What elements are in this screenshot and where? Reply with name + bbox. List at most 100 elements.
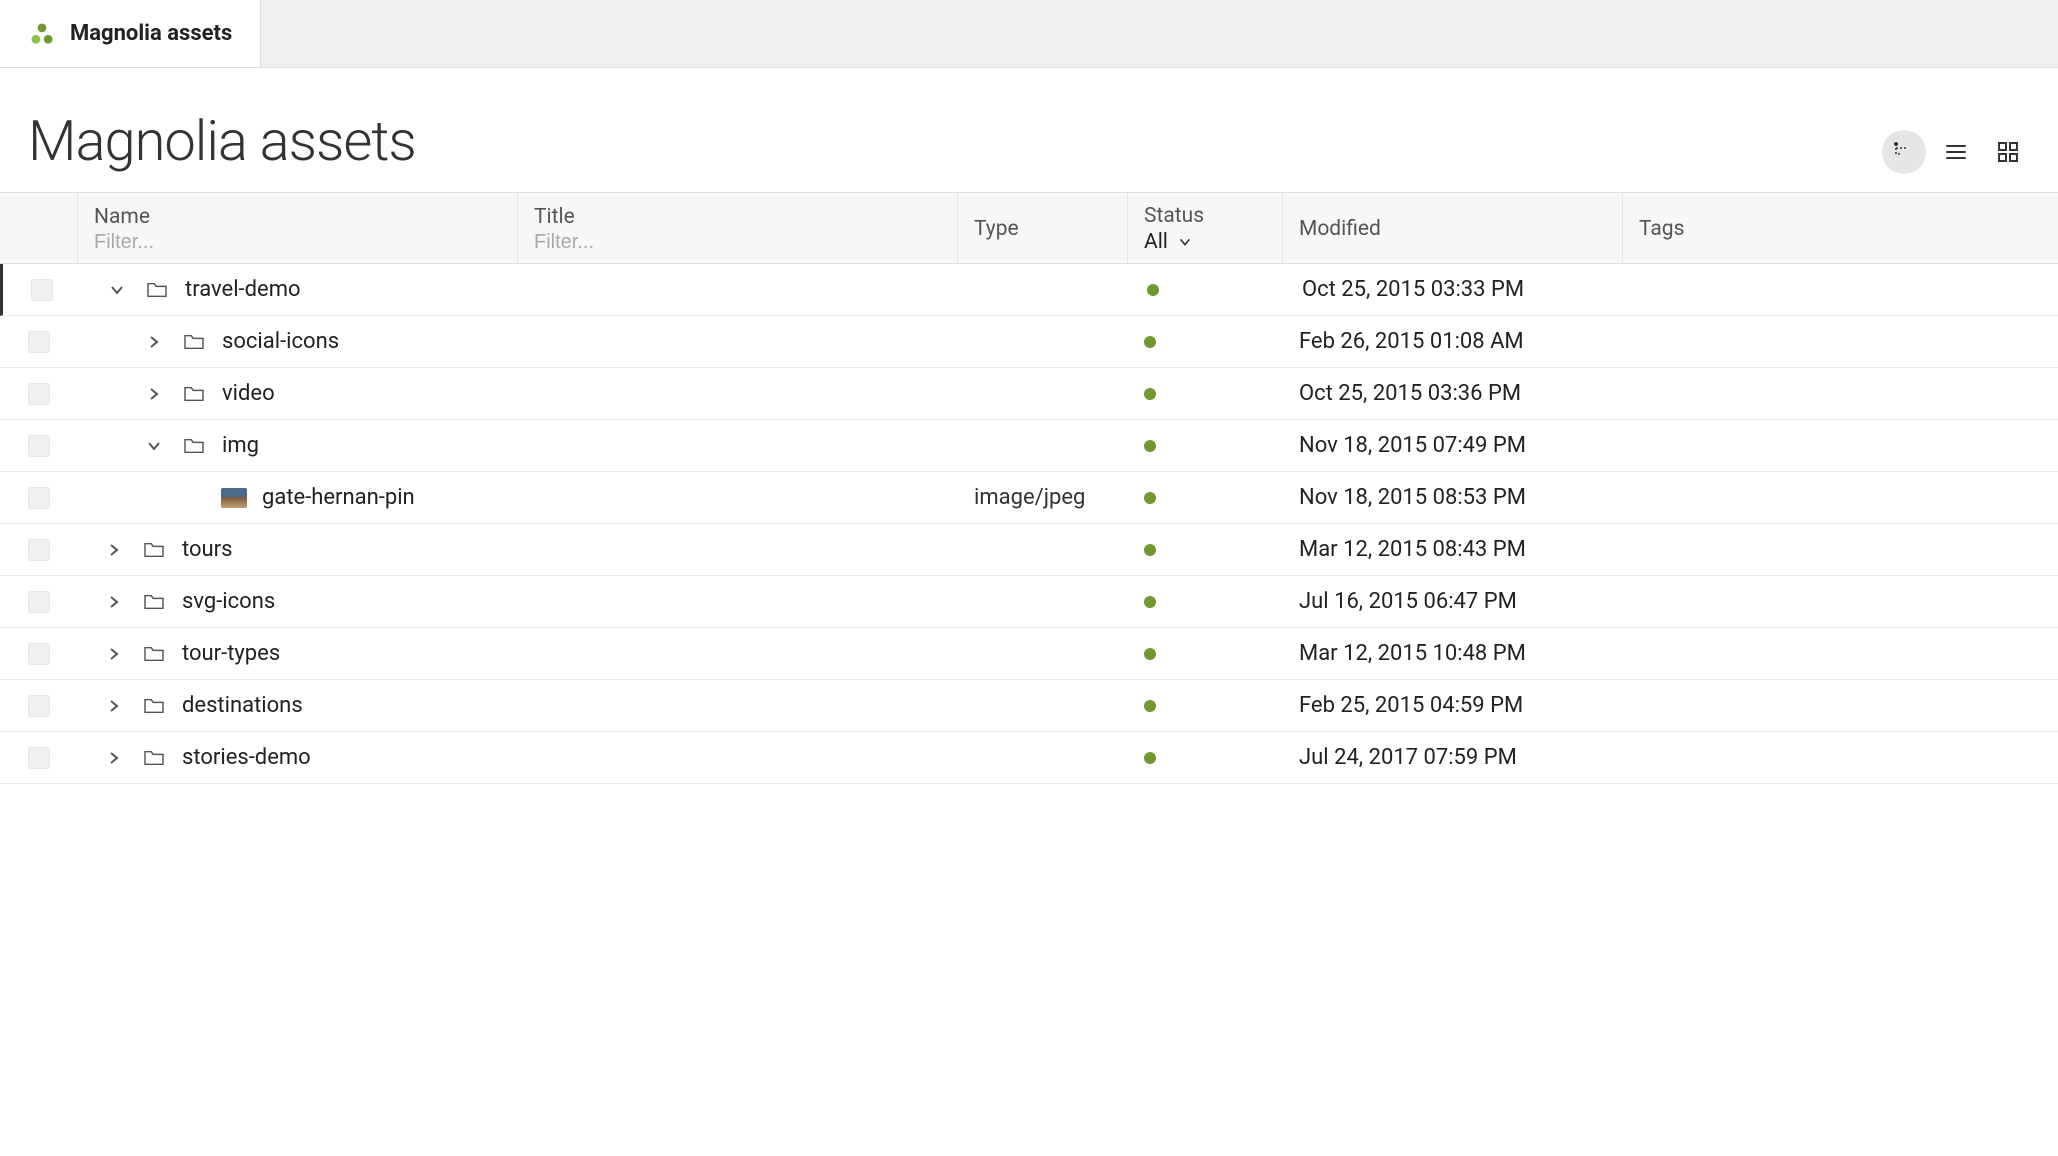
folder-icon — [174, 333, 214, 351]
collapse-icon[interactable] — [134, 438, 174, 454]
status-dot-icon — [1144, 336, 1156, 348]
row-name-cell: video — [78, 369, 518, 418]
folder-icon — [134, 749, 174, 767]
row-checkbox[interactable] — [28, 383, 50, 405]
table-row[interactable]: stories-demo Jul 24, 2017 07:59 PM — [0, 732, 2058, 784]
row-checkbox[interactable] — [28, 591, 50, 613]
expand-icon[interactable] — [94, 542, 134, 558]
table-row[interactable]: img Nov 18, 2015 07:49 PM — [0, 420, 2058, 472]
status-filter-dropdown[interactable]: All — [1144, 230, 1266, 254]
row-modified-cell: Jul 24, 2017 07:59 PM — [1283, 733, 1623, 782]
row-checkbox[interactable] — [28, 331, 50, 353]
row-checkbox-cell — [0, 319, 78, 365]
row-checkbox-cell — [0, 683, 78, 729]
row-modified-cell: Oct 25, 2015 03:33 PM — [1286, 265, 1626, 314]
collapse-icon[interactable] — [97, 282, 137, 298]
row-type-cell — [958, 746, 1128, 770]
row-status-cell — [1128, 324, 1283, 360]
view-switcher — [1882, 130, 2030, 174]
col-modified: Modified — [1283, 193, 1623, 263]
status-dot-icon — [1144, 596, 1156, 608]
image-thumbnail — [221, 488, 247, 508]
status-dot-icon — [1144, 648, 1156, 660]
view-grid-button[interactable] — [1986, 130, 2030, 174]
row-name-label: tours — [174, 537, 232, 562]
row-title-cell — [518, 486, 958, 510]
row-name-cell: travel-demo — [81, 265, 521, 314]
status-dot-icon — [1144, 388, 1156, 400]
table-row[interactable]: gate-hernan-pin image/jpeg Nov 18, 2015 08… — [0, 472, 2058, 524]
row-type-cell — [958, 590, 1128, 614]
row-name-label: stories-demo — [174, 745, 311, 770]
row-status-cell — [1128, 480, 1283, 516]
title-filter-input[interactable] — [534, 231, 941, 254]
status-dot-icon — [1144, 544, 1156, 556]
row-name-cell: img — [78, 421, 518, 470]
folder-icon — [174, 385, 214, 403]
row-tags-cell — [1623, 538, 2058, 562]
row-tags-cell — [1623, 382, 2058, 406]
row-modified-value: Nov 18, 2015 08:53 PM — [1299, 485, 1526, 510]
folder-icon — [174, 437, 214, 455]
expand-icon[interactable] — [134, 334, 174, 350]
row-checkbox-cell — [0, 527, 78, 573]
row-checkbox-cell — [0, 579, 78, 625]
row-name-label: img — [214, 433, 259, 458]
table-row[interactable]: destinationsFeb 25, 2015 04:59 PM — [0, 680, 2058, 732]
row-tags-cell — [1623, 330, 2058, 354]
row-tags-cell — [1623, 590, 2058, 614]
row-modified-cell: Feb 26, 2015 01:08 AM — [1283, 317, 1623, 366]
folder-icon — [134, 645, 174, 663]
col-title-label: Title — [534, 205, 941, 229]
row-name-label: gate-hernan-pin — [254, 485, 415, 510]
expand-icon[interactable] — [94, 646, 134, 662]
row-name-label: svg-icons — [174, 589, 275, 614]
row-modified-cell: Nov 18, 2015 07:49 PM — [1283, 421, 1623, 470]
table-row[interactable]: social-iconsFeb 26, 2015 01:08 AM — [0, 316, 2058, 368]
row-name-cell: tour-types — [78, 629, 518, 678]
row-status-cell — [1128, 532, 1283, 568]
table-row[interactable]: svg-iconsJul 16, 2015 06:47 PM — [0, 576, 2058, 628]
col-tags: Tags — [1623, 193, 2058, 263]
row-status-cell — [1128, 428, 1283, 464]
row-checkbox[interactable] — [28, 643, 50, 665]
row-tags-cell — [1623, 486, 2058, 510]
row-checkbox[interactable] — [28, 747, 50, 769]
row-modified-cell: Mar 12, 2015 10:48 PM — [1283, 629, 1623, 678]
name-filter-input[interactable] — [94, 231, 501, 254]
row-modified-value: Jul 24, 2017 07:59 PM — [1299, 745, 1517, 770]
row-checkbox-cell — [0, 475, 78, 521]
row-type-cell: image/jpeg — [958, 473, 1128, 522]
row-checkbox[interactable] — [28, 539, 50, 561]
folder-icon — [134, 697, 174, 715]
row-type-cell — [958, 434, 1128, 458]
expand-icon[interactable] — [134, 386, 174, 402]
view-tree-button[interactable] — [1882, 130, 1926, 174]
assets-table: Name Title Type Status All Modified — [0, 192, 2058, 784]
expand-icon[interactable] — [94, 750, 134, 766]
row-checkbox[interactable] — [28, 695, 50, 717]
table-row[interactable]: video Oct 25, 2015 03:36 PM — [0, 368, 2058, 420]
row-type-cell — [958, 382, 1128, 406]
expand-icon[interactable] — [94, 594, 134, 610]
col-checkbox — [0, 193, 78, 263]
row-status-cell — [1128, 584, 1283, 620]
col-status-label: Status — [1144, 204, 1266, 228]
page-header: Magnolia assets — [0, 68, 2058, 192]
expand-icon[interactable] — [94, 698, 134, 714]
row-checkbox[interactable] — [31, 279, 53, 301]
row-modified-cell: Oct 25, 2015 03:36 PM — [1283, 369, 1623, 418]
row-modified-value: Feb 26, 2015 01:08 AM — [1299, 329, 1524, 354]
row-title-cell — [518, 382, 958, 406]
row-checkbox[interactable] — [28, 435, 50, 457]
view-list-button[interactable] — [1934, 130, 1978, 174]
row-checkbox[interactable] — [28, 487, 50, 509]
row-modified-value: Oct 25, 2015 03:36 PM — [1299, 381, 1521, 406]
table-row[interactable]: travel-demo Oct 25, 2015 03:33 PM — [0, 264, 2058, 316]
tab-magnolia-assets[interactable]: Magnolia assets — [0, 0, 261, 67]
row-type-value: image/jpeg — [974, 485, 1085, 510]
table-row[interactable]: tour-types Mar 12, 2015 10:48 PM — [0, 628, 2058, 680]
row-title-cell — [518, 538, 958, 562]
row-tags-cell — [1623, 694, 2058, 718]
table-row[interactable]: toursMar 12, 2015 08:43 PM — [0, 524, 2058, 576]
